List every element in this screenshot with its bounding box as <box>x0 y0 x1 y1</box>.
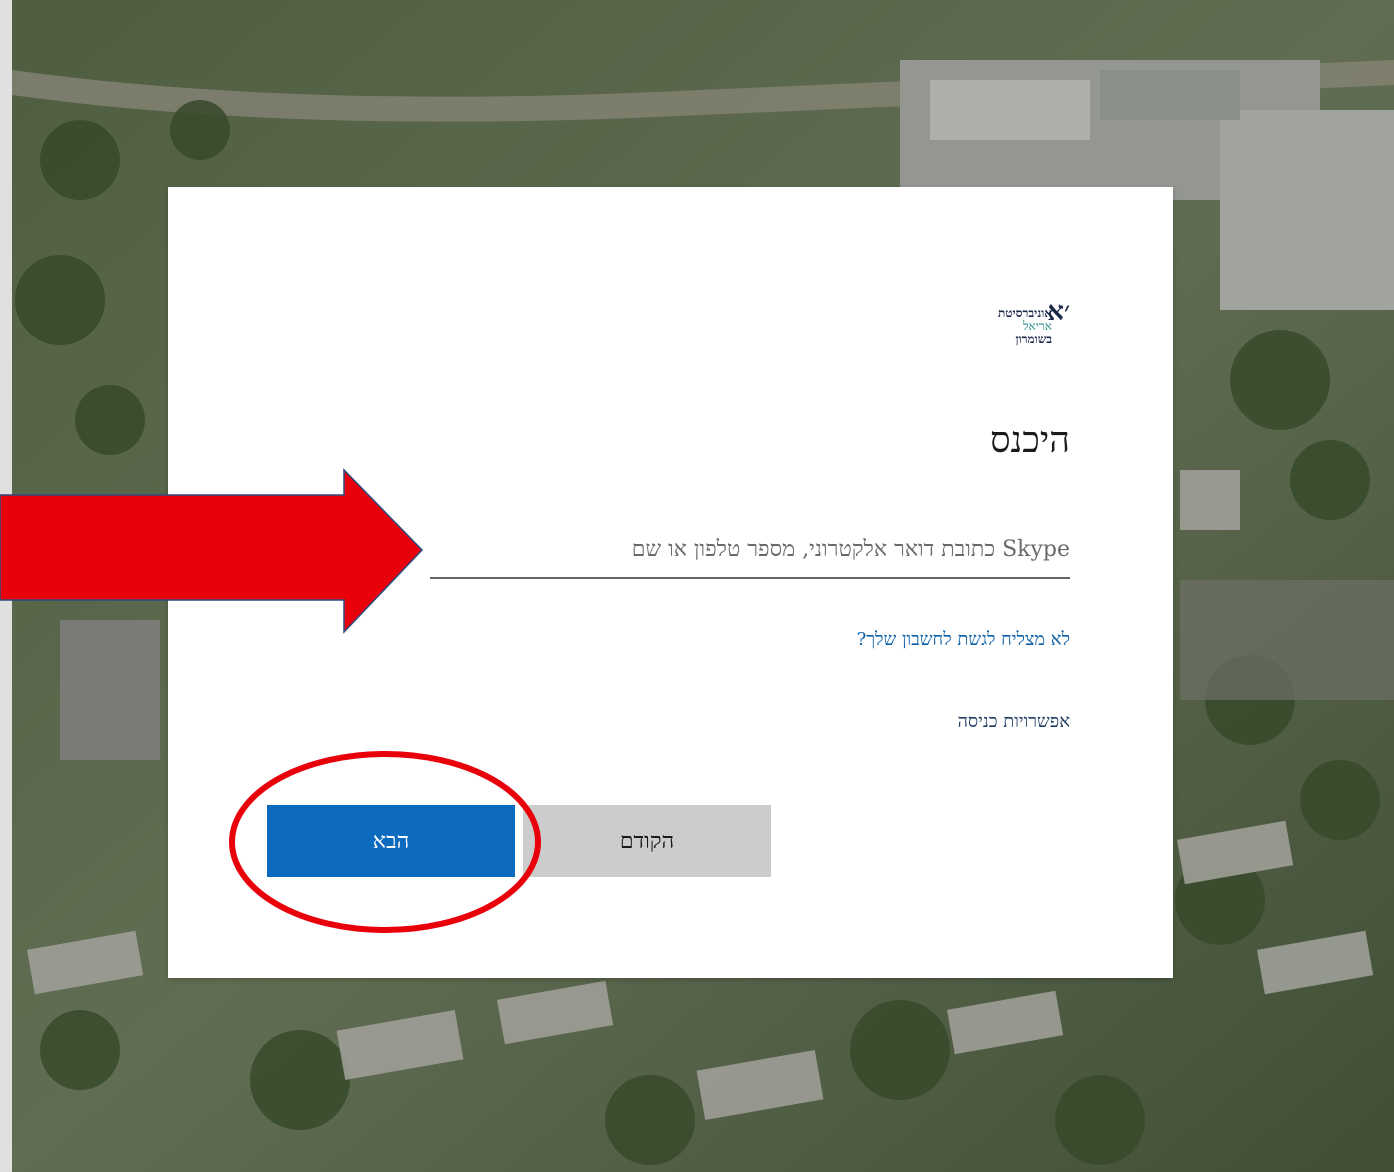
username-input[interactable] <box>430 521 1070 579</box>
back-button[interactable]: הקודם <box>523 805 771 877</box>
sign-in-card: ׳א אוניברסיטת אריאל בשומרון היכנס לא מצל… <box>168 187 1173 978</box>
forgot-account-link[interactable]: לא מצליח לגשת לחשבון שלך? <box>857 629 1070 650</box>
page-title: היכנס <box>990 420 1070 461</box>
university-logo: ׳א אוניברסיטת אריאל בשומרון <box>950 297 1070 357</box>
logo-text: אוניברסיטת אריאל בשומרון <box>998 307 1052 346</box>
sign-in-options-link[interactable]: אפשרויות כניסה <box>958 711 1070 732</box>
next-button[interactable]: הבא <box>267 805 515 877</box>
logo-line-3: בשומרון <box>1015 332 1053 346</box>
